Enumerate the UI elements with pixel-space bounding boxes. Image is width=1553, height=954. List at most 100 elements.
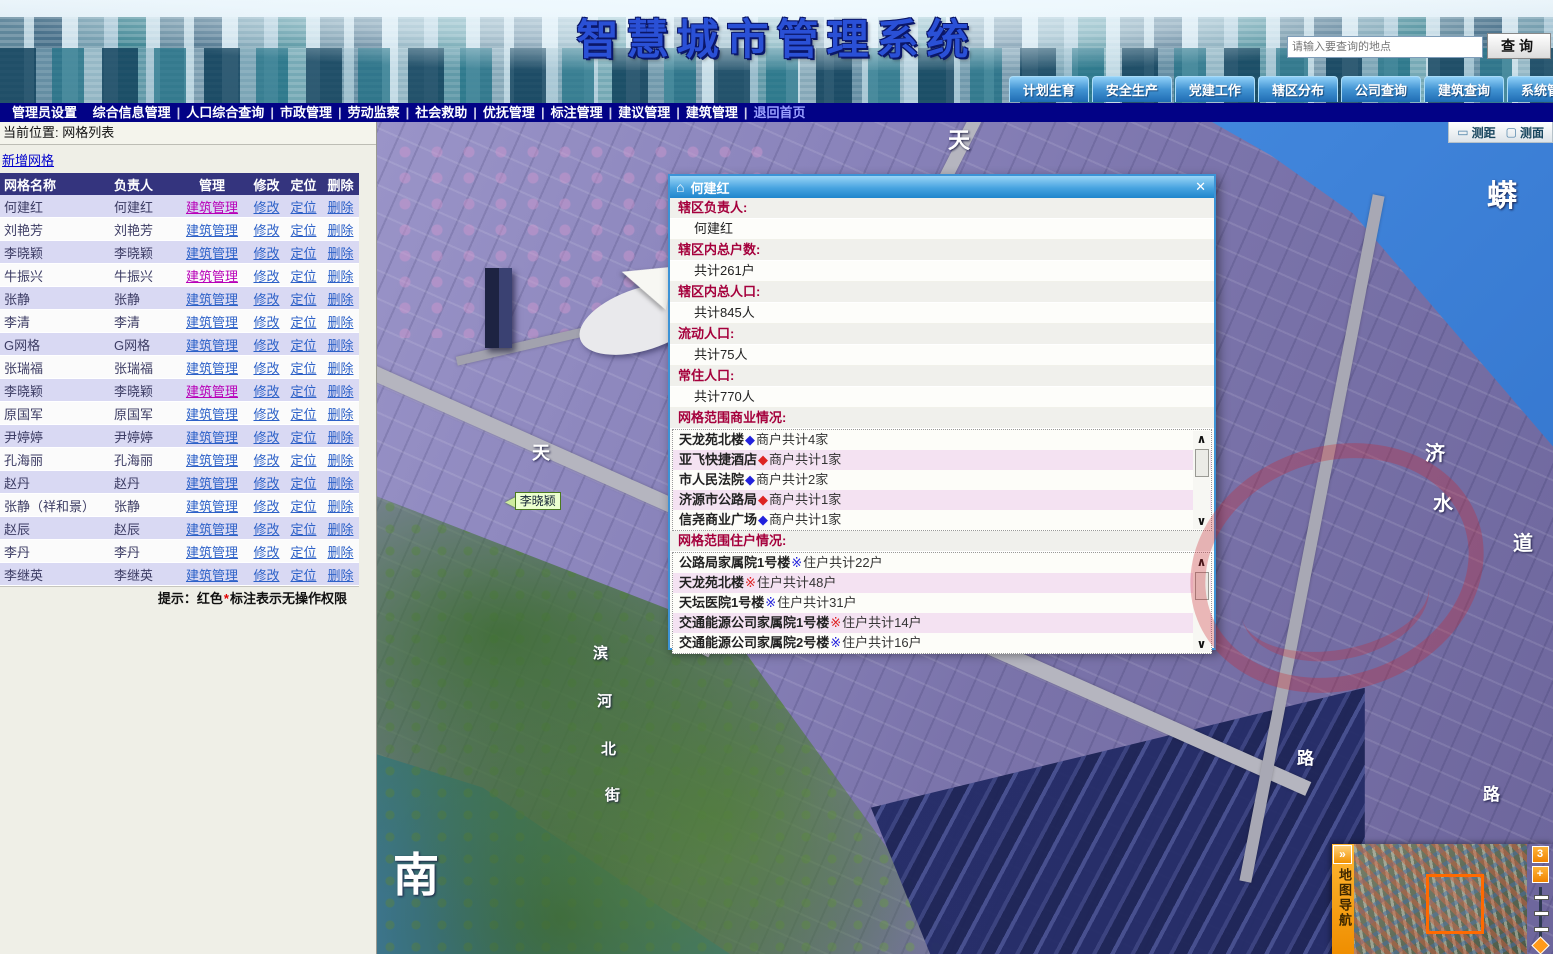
scroll-down-icon[interactable]: ∨ <box>1193 513 1210 529</box>
delete-link[interactable]: 删除 <box>327 315 353 330</box>
edit-link[interactable]: 修改 <box>253 200 279 215</box>
delete-link[interactable]: 删除 <box>327 407 353 422</box>
header-tab[interactable]: 公司查询 <box>1341 76 1421 102</box>
manage-link[interactable]: 建筑管理 <box>186 338 238 353</box>
dialog-titlebar[interactable]: ⌂ 何建红 ✕ <box>670 176 1214 198</box>
minimap-viewport-rect[interactable] <box>1426 874 1484 934</box>
locate-link[interactable]: 定位 <box>290 476 316 491</box>
locate-link[interactable]: 定位 <box>290 338 316 353</box>
manage-link[interactable]: 建筑管理 <box>186 361 238 376</box>
list-item[interactable]: 天龙苑北楼※住户共计48户 <box>673 573 1211 593</box>
delete-link[interactable]: 删除 <box>327 246 353 261</box>
header-tab[interactable]: 系统管理 <box>1507 76 1553 102</box>
edit-link[interactable]: 修改 <box>253 453 279 468</box>
edit-link[interactable]: 修改 <box>253 223 279 238</box>
scroll-down-icon[interactable]: ∨ <box>1193 636 1210 652</box>
delete-link[interactable]: 删除 <box>327 430 353 445</box>
locate-link[interactable]: 定位 <box>290 315 316 330</box>
edit-link[interactable]: 修改 <box>253 292 279 307</box>
edit-link[interactable]: 修改 <box>253 269 279 284</box>
delete-link[interactable]: 删除 <box>327 200 353 215</box>
locate-link[interactable]: 定位 <box>290 407 316 422</box>
delete-link[interactable]: 删除 <box>327 361 353 376</box>
delete-link[interactable]: 删除 <box>327 476 353 491</box>
delete-link[interactable]: 删除 <box>327 223 353 238</box>
edit-link[interactable]: 修改 <box>253 522 279 537</box>
delete-link[interactable]: 删除 <box>327 269 353 284</box>
add-grid-link[interactable]: 新增网格 <box>2 150 54 169</box>
delete-link[interactable]: 删除 <box>327 338 353 353</box>
locate-link[interactable]: 定位 <box>290 292 316 307</box>
menu-item[interactable]: 社会救助 <box>411 105 471 120</box>
search-input[interactable] <box>1287 36 1483 58</box>
manage-link[interactable]: 建筑管理 <box>186 476 238 491</box>
menu-item[interactable]: 市政管理 <box>276 105 336 120</box>
measure-distance-button[interactable]: ▭ 测距 <box>1457 124 1495 141</box>
edit-link[interactable]: 修改 <box>253 384 279 399</box>
header-tab[interactable]: 计划生育 <box>1009 76 1089 102</box>
edit-link[interactable]: 修改 <box>253 499 279 514</box>
manage-link[interactable]: 建筑管理 <box>186 384 238 399</box>
edit-link[interactable]: 修改 <box>253 338 279 353</box>
locate-link[interactable]: 定位 <box>290 453 316 468</box>
menu-item[interactable]: 建议管理 <box>614 105 674 120</box>
edit-link[interactable]: 修改 <box>253 361 279 376</box>
menu-item[interactable]: 人口综合查询 <box>182 105 268 120</box>
scroll-thumb[interactable] <box>1195 449 1209 477</box>
list-item[interactable]: 市人民法院◆商户共计2家 <box>673 470 1211 490</box>
zoom-slider-handle[interactable] <box>1531 936 1549 954</box>
list-item[interactable]: 亚飞快捷酒店◆商户共计1家 <box>673 450 1211 470</box>
locate-link[interactable]: 定位 <box>290 499 316 514</box>
edit-link[interactable]: 修改 <box>253 246 279 261</box>
header-tab[interactable]: 党建工作 <box>1175 76 1255 102</box>
edit-link[interactable]: 修改 <box>253 568 279 583</box>
locate-link[interactable]: 定位 <box>290 384 316 399</box>
manage-link[interactable]: 建筑管理 <box>186 545 238 560</box>
list-item[interactable]: 天坛医院1号楼※住户共计31户 <box>673 593 1211 613</box>
search-button[interactable]: 查询 <box>1487 33 1551 59</box>
edit-link[interactable]: 修改 <box>253 545 279 560</box>
list-item[interactable]: 交通能源公司家属院1号楼※住户共计14户 <box>673 613 1211 633</box>
list-item[interactable]: 天龙苑北楼◆商户共计4家 <box>673 430 1211 450</box>
locate-link[interactable]: 定位 <box>290 430 316 445</box>
locate-link[interactable]: 定位 <box>290 545 316 560</box>
edit-link[interactable]: 修改 <box>253 407 279 422</box>
header-tab[interactable]: 辖区分布 <box>1258 76 1338 102</box>
manage-link[interactable]: 建筑管理 <box>186 315 238 330</box>
locate-link[interactable]: 定位 <box>290 223 316 238</box>
menu-item[interactable]: 劳动监察 <box>344 105 404 120</box>
delete-link[interactable]: 删除 <box>327 292 353 307</box>
manage-link[interactable]: 建筑管理 <box>186 246 238 261</box>
locate-link[interactable]: 定位 <box>290 361 316 376</box>
menu-item[interactable]: 建筑管理 <box>682 105 742 120</box>
delete-link[interactable]: 删除 <box>327 545 353 560</box>
measure-area-button[interactable]: ▢ 测面 <box>1506 124 1544 141</box>
manage-link[interactable]: 建筑管理 <box>186 223 238 238</box>
menu-item[interactable]: 优抚管理 <box>479 105 539 120</box>
list-item[interactable]: 济源市公路局◆商户共计1家 <box>673 490 1211 510</box>
list-item[interactable]: 交通能源公司家属院2号楼※住户共计16户 <box>673 633 1211 653</box>
delete-link[interactable]: 删除 <box>327 384 353 399</box>
manage-link[interactable]: 建筑管理 <box>186 499 238 514</box>
menu-item[interactable]: 管理员设置 <box>8 105 81 120</box>
manage-link[interactable]: 建筑管理 <box>186 407 238 422</box>
zoom-slider-track[interactable] <box>1539 887 1542 954</box>
edit-link[interactable]: 修改 <box>253 430 279 445</box>
locate-link[interactable]: 定位 <box>290 246 316 261</box>
zoom-in-button[interactable]: + <box>1532 866 1549 883</box>
manage-link[interactable]: 建筑管理 <box>186 453 238 468</box>
scroll-thumb[interactable] <box>1195 572 1209 600</box>
locate-link[interactable]: 定位 <box>290 200 316 215</box>
menu-item[interactable]: 标注管理 <box>547 105 607 120</box>
close-icon[interactable]: ✕ <box>1193 179 1208 195</box>
manage-link[interactable]: 建筑管理 <box>186 292 238 307</box>
scroll-up-icon[interactable]: ∧ <box>1193 554 1210 570</box>
delete-link[interactable]: 删除 <box>327 522 353 537</box>
edit-link[interactable]: 修改 <box>253 315 279 330</box>
delete-link[interactable]: 删除 <box>327 568 353 583</box>
manage-link[interactable]: 建筑管理 <box>186 200 238 215</box>
delete-link[interactable]: 删除 <box>327 499 353 514</box>
grid-marker[interactable]: ◀ 李晓颖 <box>505 492 561 510</box>
delete-link[interactable]: 删除 <box>327 453 353 468</box>
minimap-expand-button[interactable]: » <box>1333 845 1352 864</box>
